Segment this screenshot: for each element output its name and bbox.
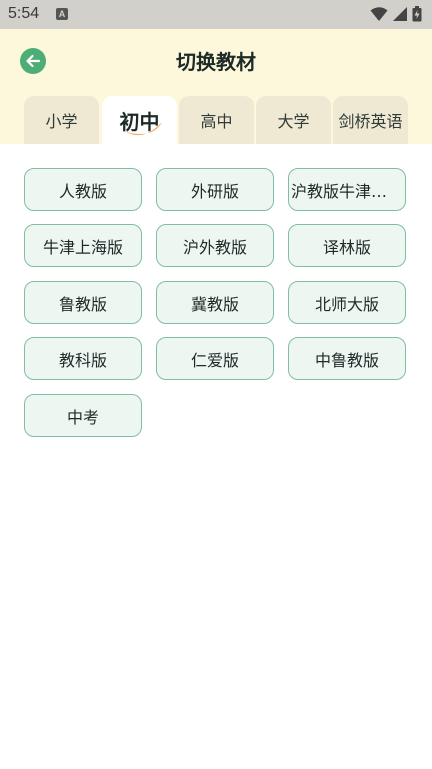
textbook-button[interactable]: 人教版: [24, 168, 142, 211]
textbook-button[interactable]: 牛津上海版: [24, 224, 142, 267]
textbook-button[interactable]: 教科版: [24, 337, 142, 380]
status-icons: [370, 6, 422, 22]
textbook-button[interactable]: 译林版: [288, 224, 406, 267]
textbook-label: 仁爱版: [190, 350, 239, 370]
tab-label: 高中: [200, 112, 233, 131]
battery-icon: [412, 6, 422, 22]
textbook-label: 沪外教版: [182, 237, 247, 257]
tab-senior-high[interactable]: 高中: [179, 96, 254, 144]
textbook-label: 北师大版: [314, 294, 379, 314]
tab-bar: 小学 初中 高中 大学 剑桥英语: [22, 96, 412, 144]
tab-label: 大学: [277, 112, 310, 131]
status-time: 5:54: [8, 5, 40, 22]
textbook-button[interactable]: 中考: [24, 394, 142, 437]
textbook-label: 冀教版: [190, 294, 239, 314]
textbook-label: 中鲁教版: [314, 350, 379, 370]
tab-label: 小学: [45, 112, 78, 131]
tab-primary[interactable]: 小学: [24, 96, 99, 144]
textbook-label: 沪教版牛津上海版: [291, 181, 403, 201]
status-bar: 5:54 A: [0, 0, 432, 29]
textbook-label: 译林版: [322, 237, 371, 257]
wifi-icon: [370, 7, 388, 21]
textbook-button[interactable]: 冀教版: [156, 281, 274, 324]
page-title: 切换教材: [176, 50, 256, 74]
tab-cambridge-english[interactable]: 剑桥英语: [333, 96, 408, 144]
textbook-label: 外研版: [190, 181, 239, 201]
textbook-label: 牛津上海版: [42, 237, 123, 257]
textbook-label: 中考: [66, 407, 99, 427]
a-icon: A: [56, 8, 68, 20]
header: 切换教材 小学 初中 高中 大学 剑桥英语: [0, 29, 432, 144]
tab-label: 剑桥英语: [338, 112, 403, 131]
tab-label: 初中: [119, 109, 160, 134]
textbook-label: 鲁教版: [58, 294, 107, 314]
textbook-button[interactable]: 中鲁教版: [288, 337, 406, 380]
textbook-button[interactable]: 外研版: [156, 168, 274, 211]
textbook-button[interactable]: 鲁教版: [24, 281, 142, 324]
textbook-button[interactable]: 北师大版: [288, 281, 406, 324]
textbook-button[interactable]: 沪教版牛津上海版: [288, 168, 406, 211]
textbook-label: 教科版: [58, 350, 107, 370]
tab-university[interactable]: 大学: [256, 96, 331, 144]
textbook-button[interactable]: 沪外教版: [156, 224, 274, 267]
tab-junior-high[interactable]: 初中: [102, 96, 177, 144]
textbook-label: 人教版: [58, 181, 107, 201]
signal-icon: [393, 7, 407, 21]
textbook-button[interactable]: 仁爱版: [156, 337, 274, 380]
